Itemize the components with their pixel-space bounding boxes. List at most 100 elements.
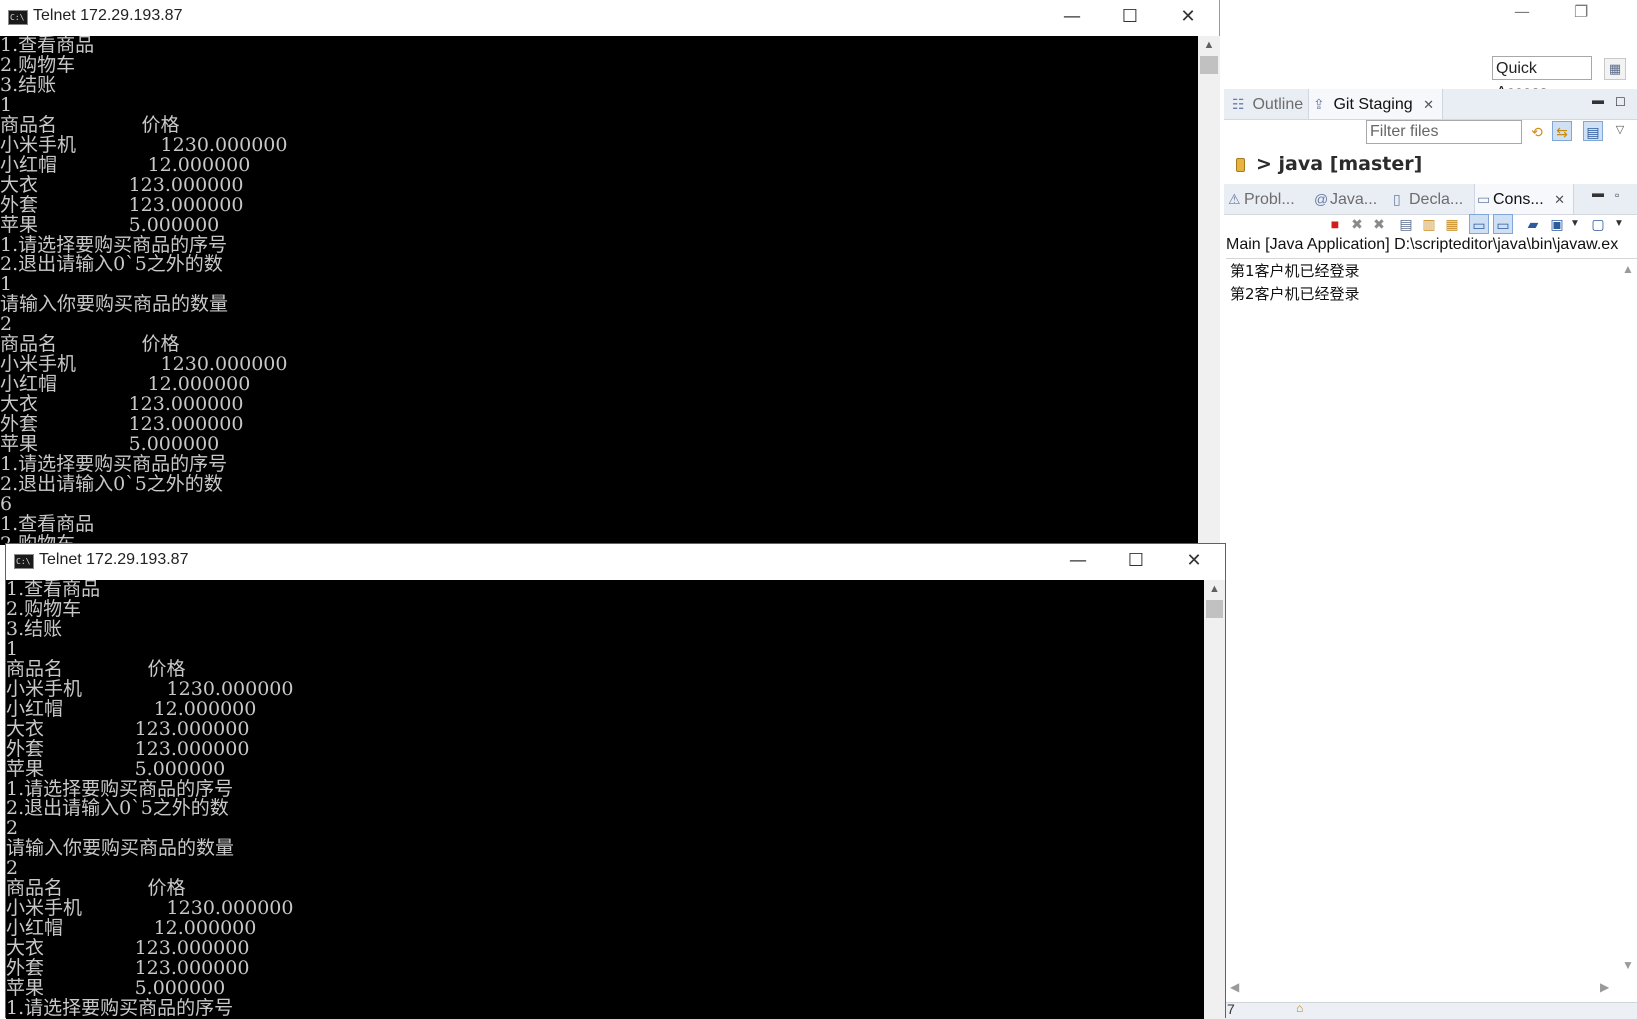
terminal-line: 大衣 123.000000 [0, 173, 244, 196]
console-output-line: 第2客户机已经登录 [1230, 285, 1360, 303]
minimize-button[interactable]: — [1043, 0, 1101, 34]
tab-declaration[interactable]: ▯ Decla... [1393, 184, 1463, 214]
tab-problems[interactable]: ⚠ Probl... [1228, 184, 1295, 214]
quick-access-field[interactable]: Quick Access [1492, 56, 1592, 101]
console-app-icon: C:\ [8, 10, 28, 25]
remove-all-launches-icon[interactable]: ✖ [1369, 214, 1389, 234]
close-icon[interactable]: ✕ [1423, 97, 1434, 112]
scroll-lock-icon[interactable]: ▥ [1419, 214, 1439, 234]
tab-git-staging[interactable]: ⇪ Git Staging ✕ [1308, 89, 1443, 119]
console-icon: ▭ [1477, 191, 1491, 207]
chevron-down-icon[interactable]: ▼ [1609, 214, 1629, 234]
open-perspective-button[interactable]: ▦ [1604, 58, 1626, 80]
console-output-line: 第1客户机已经登录 [1230, 262, 1360, 280]
terminal-line: 请输入你要购买商品的数量 [6, 837, 235, 860]
console-app-icon: C:\ [14, 554, 34, 569]
open-console-icon[interactable]: ▢ [1588, 214, 1608, 234]
vertical-scrollbar[interactable]: ▲ [1198, 36, 1220, 545]
close-icon[interactable]: ✕ [1554, 192, 1565, 207]
view-minimize-button[interactable]: ▬ [1592, 186, 1604, 200]
perspective-icon: ▦ [1608, 61, 1622, 76]
view-maximize-button[interactable]: ▫ [1615, 188, 1619, 202]
minimize-button[interactable]: — [1049, 544, 1107, 578]
outline-icon: ☷ [1232, 96, 1245, 112]
eclipse-restore-button[interactable]: ❐ [1574, 2, 1588, 21]
title-bar[interactable]: C:\ Telnet 172.29.193.87 — ☐ ✕ [6, 544, 1225, 580]
tab-outline[interactable]: ☷ Outline [1230, 89, 1309, 119]
top-view-tabbar: ☷ Outline ⇪ Git Staging ✕ ▬ ☐ [1224, 89, 1637, 120]
terminal-line: 2.退出请输入0`5之外的数 [6, 797, 229, 820]
filter-files-input[interactable]: Filter files [1366, 120, 1522, 144]
terminal-output[interactable]: 1.查看商品 2.购物车 3.结账 1 商品名 价格 小米手机 1230.000000 小红… [0, 36, 1198, 545]
terminate-icon[interactable]: ■ [1325, 214, 1345, 234]
scroll-down-icon[interactable]: ▼ [1622, 958, 1634, 972]
maximize-button[interactable]: ☐ [1101, 0, 1159, 34]
clear-console-icon[interactable]: ▤ [1396, 214, 1416, 234]
scrollbar-thumb[interactable] [1206, 600, 1223, 618]
show-stdout-icon[interactable]: ▭ [1469, 214, 1489, 234]
tab-console[interactable]: ▭ Cons... ✕ [1474, 184, 1575, 214]
window-title: Telnet 172.29.193.87 [33, 7, 183, 24]
close-button[interactable]: ✕ [1165, 544, 1223, 578]
terminal-line: 2 [6, 857, 19, 880]
scroll-up-icon[interactable]: ▲ [1204, 580, 1225, 598]
terminal-line: 苹果 5.000000 [0, 433, 220, 455]
terminal-line: 2.购物车 [0, 53, 76, 76]
pin-console-icon[interactable]: ▰ [1523, 214, 1543, 234]
vertical-scrollbar[interactable]: ▲ [1204, 580, 1225, 1019]
compare-mode-icon[interactable]: ⇆ [1552, 121, 1572, 141]
tab-problems-label: Probl... [1244, 191, 1295, 208]
scroll-up-icon[interactable]: ▲ [1622, 262, 1634, 276]
chevron-down-icon[interactable]: ▼ [1565, 214, 1585, 234]
terminal-line: 1 [0, 273, 13, 296]
close-button[interactable]: ✕ [1159, 0, 1217, 34]
view-maximize-button[interactable]: ☐ [1615, 95, 1626, 109]
problems-icon: ⚠ [1228, 191, 1241, 207]
console-horizontal-scrollbar[interactable]: ◀ ▶ [1226, 978, 1617, 998]
repository-label: > java [master] [1256, 153, 1423, 175]
eclipse-minimize-button[interactable]: — [1514, 2, 1530, 21]
scroll-left-icon[interactable]: ◀ [1230, 980, 1239, 994]
view-menu-icon[interactable]: ▽ [1610, 120, 1630, 140]
tab-javadoc[interactable]: @ Java... [1314, 184, 1377, 214]
terminal-line: 小红帽 12.000000 [6, 697, 257, 720]
terminal-line: 商品名 价格 [0, 113, 180, 136]
scroll-up-icon[interactable]: ▲ [1198, 36, 1220, 54]
terminal-line: 小米手机 1230.000000 [0, 133, 288, 156]
refresh-icon[interactable]: ⟲ [1527, 122, 1547, 142]
terminal-line: 外套 123.000000 [6, 737, 250, 760]
terminal-line: 大衣 123.000000 [0, 393, 244, 416]
terminal-line: 2.退出请输入0`5之外的数 [0, 472, 223, 495]
terminal-line: 苹果 5.000000 [6, 977, 226, 999]
maximize-button[interactable]: ☐ [1107, 544, 1165, 578]
terminal-line: 1 [0, 93, 13, 116]
terminal-line: 1.查看商品 [0, 512, 95, 535]
terminal-line: 2.购物车 [6, 597, 82, 620]
scroll-right-icon[interactable]: ▶ [1600, 980, 1609, 994]
telnet-window-back[interactable]: C:\ Telnet 172.29.193.87 — ☐ ✕ 1.查看商品 2.购… [0, 0, 1220, 545]
presentation-icon[interactable]: ▤ [1583, 121, 1603, 141]
scrollbar-thumb[interactable] [1200, 56, 1218, 74]
remove-launch-icon[interactable]: ✖ [1347, 214, 1367, 234]
tab-declaration-label: Decla... [1409, 191, 1464, 208]
terminal-line: 商品名 价格 [0, 333, 180, 356]
terminal-line: 请输入你要购买商品的数量 [0, 293, 229, 316]
terminal-line: 大衣 123.000000 [6, 717, 250, 740]
word-wrap-icon[interactable]: ▦ [1442, 214, 1462, 234]
terminal-line: 小米手机 1230.000000 [6, 677, 294, 700]
show-stderr-icon[interactable]: ▭ [1493, 214, 1513, 234]
bottom-view-tabbar: ⚠ Probl... @ Java... ▯ Decla... ▭ Cons... ✕ … [1224, 184, 1637, 215]
window-title: Telnet 172.29.193.87 [39, 551, 189, 568]
terminal-output[interactable]: 1.查看商品 2.购物车 3.结账 1 商品名 价格 小米手机 1230.000000 小红… [6, 580, 1204, 1019]
terminal-line: 1.查看商品 [0, 36, 95, 56]
display-console-icon[interactable]: ▣ [1547, 214, 1567, 234]
console-vertical-scrollbar[interactable]: ▲ ▼ [1617, 260, 1637, 978]
terminal-line: 小红帽 12.000000 [0, 153, 251, 176]
terminal-line: 小红帽 12.000000 [0, 373, 251, 396]
view-minimize-button[interactable]: ▬ [1592, 93, 1604, 107]
javadoc-icon: @ [1314, 191, 1329, 207]
title-bar[interactable]: C:\ Telnet 172.29.193.87 — ☐ ✕ [0, 0, 1219, 36]
status-icon: ⌂ [1296, 1001, 1304, 1015]
status-text: 7 [1227, 1001, 1235, 1017]
telnet-window-front[interactable]: C:\ Telnet 172.29.193.87 — ☐ ✕ 1.查看商品 2.购… [5, 543, 1226, 1019]
